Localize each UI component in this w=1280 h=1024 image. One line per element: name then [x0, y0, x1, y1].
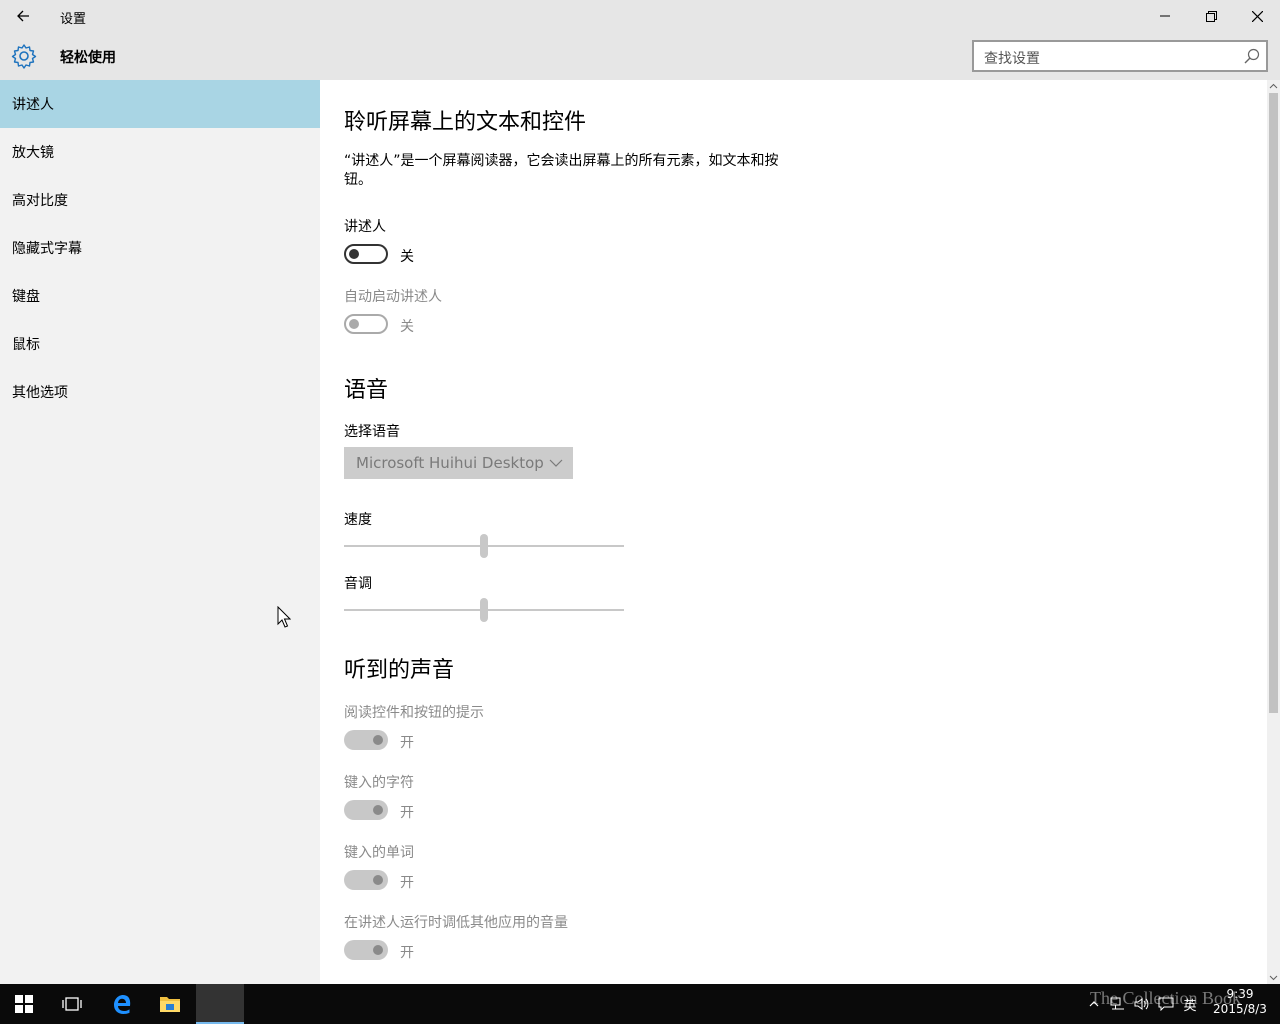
- slider-thumb[interactable]: [480, 534, 488, 558]
- chevron-up-icon: [1089, 1001, 1099, 1007]
- sidebar-item-label: 键盘: [12, 289, 40, 305]
- auto-start-state: 关: [400, 319, 414, 335]
- chevron-down-icon: [549, 459, 563, 467]
- search-placeholder: 查找设置: [984, 51, 1040, 67]
- search-icon[interactable]: [1244, 48, 1260, 64]
- restore-button[interactable]: [1188, 0, 1234, 32]
- sidebar-item-label: 放大镜: [12, 145, 54, 161]
- toggle-knob: [373, 805, 383, 815]
- sidebar-item-narrator[interactable]: 讲述人: [0, 80, 320, 128]
- scrollbar-thumb[interactable]: [1269, 93, 1278, 713]
- tray-overflow-button[interactable]: [1084, 984, 1104, 1024]
- speed-label: 速度: [344, 512, 372, 528]
- close-icon: [1251, 10, 1263, 22]
- hints-toggle[interactable]: [344, 730, 388, 750]
- toggle-knob: [373, 875, 383, 885]
- typed-words-state: 开: [400, 875, 414, 891]
- slider-thumb[interactable]: [480, 598, 488, 622]
- minimize-icon: [1160, 15, 1170, 17]
- edge-browser-button[interactable]: [98, 984, 146, 1024]
- search-input[interactable]: 查找设置: [972, 40, 1268, 72]
- narrator-state: 关: [400, 249, 414, 265]
- mouse-cursor-icon: [277, 606, 291, 628]
- message-icon: [1158, 997, 1174, 1011]
- sidebar-item-label: 其他选项: [12, 385, 68, 401]
- back-arrow-icon: [17, 10, 29, 22]
- network-icon: [1110, 997, 1124, 1010]
- toggle-knob: [373, 945, 383, 955]
- hints-state: 开: [400, 735, 414, 751]
- voice-value: Microsoft Huihui Desktop: [356, 454, 544, 472]
- settings-header: 轻松使用 查找设置: [0, 32, 1280, 80]
- narrator-label: 讲述人: [344, 219, 386, 235]
- task-view-button[interactable]: [48, 984, 96, 1024]
- choose-voice-label: 选择语音: [344, 424, 400, 440]
- main-content: 聆听屏幕上的文本和控件 “讲述人”是一个屏幕阅读器，它会读出屏幕上的所有元素，如…: [320, 80, 1267, 984]
- typed-chars-state: 开: [400, 805, 414, 821]
- scroll-up-icon[interactable]: [1269, 82, 1278, 91]
- taskbar: The Collection Book 英 9:39 2015/8/3: [0, 984, 1280, 1024]
- network-button[interactable]: [1106, 984, 1130, 1024]
- file-explorer-button[interactable]: [146, 984, 194, 1024]
- heading-listen: 聆听屏幕上的文本和控件: [344, 110, 587, 135]
- toggle-knob: [349, 249, 359, 259]
- folder-icon: [160, 997, 180, 1012]
- typed-words-toggle[interactable]: [344, 870, 388, 890]
- title-bar: 设置: [0, 0, 1280, 32]
- narrator-toggle[interactable]: [344, 244, 388, 264]
- speed-slider[interactable]: [344, 534, 624, 558]
- minimize-button[interactable]: [1142, 0, 1188, 32]
- lower-volume-state: 开: [400, 945, 414, 961]
- restore-icon: [1205, 10, 1217, 22]
- toggle-knob: [349, 319, 359, 329]
- back-button[interactable]: [0, 0, 46, 32]
- lower-volume-toggle[interactable]: [344, 940, 388, 960]
- auto-start-label: 自动启动讲述人: [344, 289, 442, 305]
- sidebar-item-magnifier[interactable]: 放大镜: [0, 128, 320, 176]
- vertical-scrollbar[interactable]: [1267, 80, 1280, 984]
- sidebar-item-label: 鼠标: [12, 337, 40, 353]
- start-button[interactable]: [0, 984, 48, 1024]
- gear-icon: [11, 44, 37, 69]
- section-title: 轻松使用: [60, 50, 116, 66]
- scroll-down-icon[interactable]: [1269, 973, 1278, 982]
- clock-time: 9:39: [1226, 987, 1254, 1001]
- system-clock[interactable]: 9:39 2015/8/3: [1205, 987, 1275, 1017]
- heading-sounds: 听到的声音: [344, 658, 455, 683]
- sidebar-item-other-options[interactable]: 其他选项: [0, 368, 320, 416]
- heading-voice: 语音: [344, 378, 389, 403]
- sidebar-item-high-contrast[interactable]: 高对比度: [0, 176, 320, 224]
- volume-button[interactable]: [1130, 984, 1154, 1024]
- sidebar: 讲述人 放大镜 高对比度 隐藏式字幕 键盘 鼠标 其他选项: [0, 80, 320, 984]
- pitch-slider[interactable]: [344, 598, 624, 622]
- sidebar-item-label: 讲述人: [12, 97, 54, 113]
- windows-logo-icon: [15, 995, 33, 1013]
- sidebar-item-keyboard[interactable]: 键盘: [0, 272, 320, 320]
- typed-words-label: 键入的单词: [344, 845, 414, 861]
- settings-taskbar-button[interactable]: [196, 984, 244, 1024]
- voice-dropdown[interactable]: Microsoft Huihui Desktop: [344, 447, 573, 479]
- typed-chars-label: 键入的字符: [344, 775, 414, 791]
- typed-chars-toggle[interactable]: [344, 800, 388, 820]
- sidebar-item-label: 高对比度: [12, 193, 68, 209]
- toggle-knob: [373, 735, 383, 745]
- sidebar-item-closed-captions[interactable]: 隐藏式字幕: [0, 224, 320, 272]
- sidebar-item-label: 隐藏式字幕: [12, 241, 82, 257]
- window-title: 设置: [60, 12, 87, 27]
- action-center-button[interactable]: [1154, 984, 1178, 1024]
- task-view-icon: [62, 997, 82, 1011]
- pitch-label: 音调: [344, 576, 372, 592]
- auto-start-toggle[interactable]: [344, 314, 388, 334]
- clock-date: 2015/8/3: [1213, 1002, 1267, 1016]
- edge-icon: [114, 995, 131, 1014]
- input-method-button[interactable]: 英: [1178, 984, 1202, 1024]
- hints-label: 阅读控件和按钮的提示: [344, 705, 484, 721]
- narrator-description: “讲述人”是一个屏幕阅读器，它会读出屏幕上的所有元素，如文本和按钮。: [344, 153, 779, 188]
- volume-icon: [1134, 998, 1149, 1010]
- close-button[interactable]: [1234, 0, 1280, 32]
- lower-volume-label: 在讲述人运行时调低其他应用的音量: [344, 915, 568, 931]
- sidebar-item-mouse[interactable]: 鼠标: [0, 320, 320, 368]
